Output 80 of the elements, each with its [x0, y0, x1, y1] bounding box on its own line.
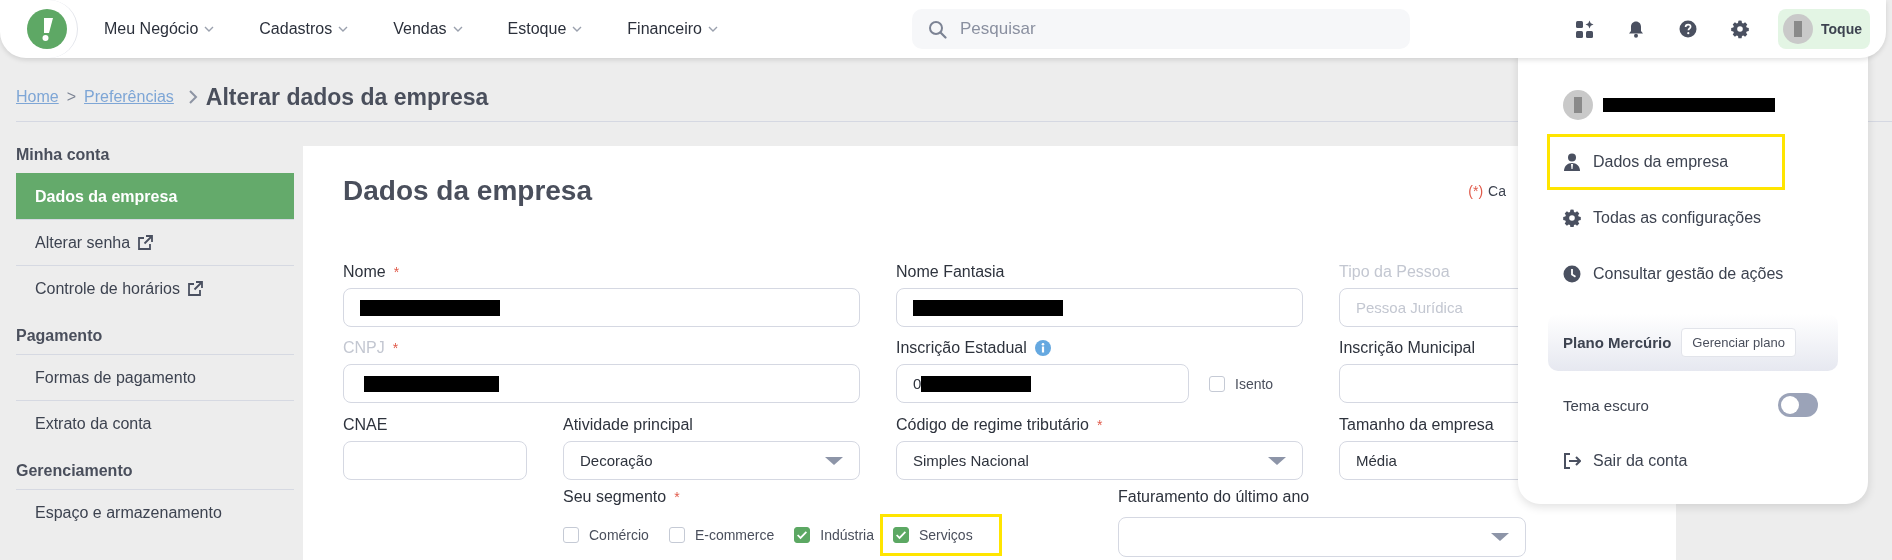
menu-item[interactable]: Meu Negócio	[104, 20, 215, 38]
sidebar-item[interactable]: Espaço e armazenamento	[16, 489, 294, 535]
search-field[interactable]: Pesquisar	[912, 9, 1411, 49]
page-title: Alterar dados da empresa	[205, 83, 489, 111]
checkbox[interactable]	[794, 527, 811, 543]
menu-item[interactable]: Dados da empresa	[1547, 134, 1785, 190]
field-label: Atividade principal	[563, 416, 693, 434]
input-field[interactable]	[343, 364, 860, 403]
search-icon	[928, 20, 948, 39]
plan-name: Plano Mercúrio	[1563, 334, 1672, 351]
field-label: Código de regime tributário	[896, 416, 1089, 434]
sidebar-item[interactable]: Formas de pagamento	[16, 354, 294, 400]
field-label: Faturamento do último ano	[1118, 488, 1310, 506]
apps-icon[interactable]	[1575, 19, 1595, 39]
field-label: CNAE	[343, 416, 388, 434]
menu-item[interactable]: Cadastros	[259, 20, 349, 38]
select-field[interactable]: Simples Nacional	[896, 441, 1303, 480]
sidebar-heading: Pagamento	[16, 327, 104, 346]
checkbox-label: E-commerce	[694, 527, 775, 543]
checkbox[interactable]	[892, 527, 909, 543]
help-icon[interactable]	[1679, 19, 1699, 39]
sidebar-item[interactable]: Extrato da conta	[16, 400, 294, 446]
toggle-switch[interactable]	[1778, 393, 1818, 417]
checkbox-label: Indústria	[820, 527, 874, 543]
field-label: Inscrição Estadual	[896, 339, 1027, 357]
caret-icon	[338, 26, 349, 32]
avatar-icon	[1783, 14, 1814, 44]
avatar-icon	[1563, 90, 1593, 120]
required-mark: *	[1097, 417, 1103, 433]
menu-item[interactable]: Estoque	[507, 20, 583, 38]
menu-item[interactable]: Todas as configurações	[1547, 190, 1777, 246]
logo-icon	[27, 9, 67, 49]
settings-icon[interactable]	[1731, 19, 1751, 39]
menu-item[interactable]: Financeiro	[627, 20, 718, 38]
caret-icon	[708, 26, 718, 32]
sidebar-item[interactable]: Alterar senha	[16, 219, 294, 265]
input-field[interactable]	[343, 441, 527, 480]
settings-icon	[1563, 209, 1581, 227]
select-field[interactable]	[1118, 517, 1526, 557]
field-label: Seu segmento	[563, 488, 667, 506]
select-field[interactable]: Decoração	[563, 441, 860, 480]
field-label: Tamanho da empresa	[1339, 416, 1494, 434]
checkbox-label: Comércio	[589, 527, 649, 543]
required-mark: *	[393, 264, 400, 280]
required-mark: (*)	[1468, 183, 1484, 199]
logout-icon	[1563, 452, 1581, 470]
user-chip[interactable]: Toque	[1778, 9, 1870, 49]
checkbox-label: Isento	[1235, 375, 1274, 392]
checkbox[interactable]	[1209, 375, 1225, 392]
caret-icon	[572, 26, 583, 32]
field-label: Nome	[343, 263, 386, 281]
sidebar-item[interactable]: Controle de horários	[16, 265, 294, 311]
field-label: Nome Fantasia	[896, 263, 1005, 281]
input-field[interactable]: 0	[896, 364, 1189, 403]
input-field[interactable]	[343, 288, 860, 327]
sidebar-heading: Minha conta	[16, 146, 111, 165]
required-mark: *	[392, 340, 399, 356]
checkbox[interactable]	[668, 527, 685, 543]
setting-label: Tema escuro	[1563, 396, 1649, 414]
form-title: Dados da empresa	[343, 175, 592, 207]
clock-icon	[1563, 265, 1581, 283]
required-note: Ca	[1488, 183, 1506, 199]
field-label: Inscrição Municipal	[1339, 339, 1476, 357]
caret-icon	[452, 26, 463, 32]
chevron-icon	[187, 89, 198, 105]
field-label: CNPJ	[343, 339, 385, 357]
field-label: Tipo da Pessoa	[1339, 263, 1450, 281]
input-field[interactable]	[896, 288, 1303, 327]
manage-plan-button[interactable]: Gerenciar plano	[1681, 328, 1796, 357]
menu-item[interactable]: Vendas	[393, 20, 463, 38]
required-mark: *	[674, 489, 680, 505]
caret-icon	[204, 26, 215, 32]
person-icon	[1563, 153, 1581, 171]
dropdown-arrow-icon	[1491, 533, 1509, 541]
dropdown-arrow-icon	[1268, 456, 1286, 465]
checkbox-label: Serviços	[918, 527, 973, 543]
sidebar-heading: Gerenciamento	[16, 462, 134, 481]
breadcrumb-separator: >	[66, 88, 77, 106]
checkbox[interactable]	[563, 527, 579, 543]
dropdown-arrow-icon	[825, 456, 843, 465]
